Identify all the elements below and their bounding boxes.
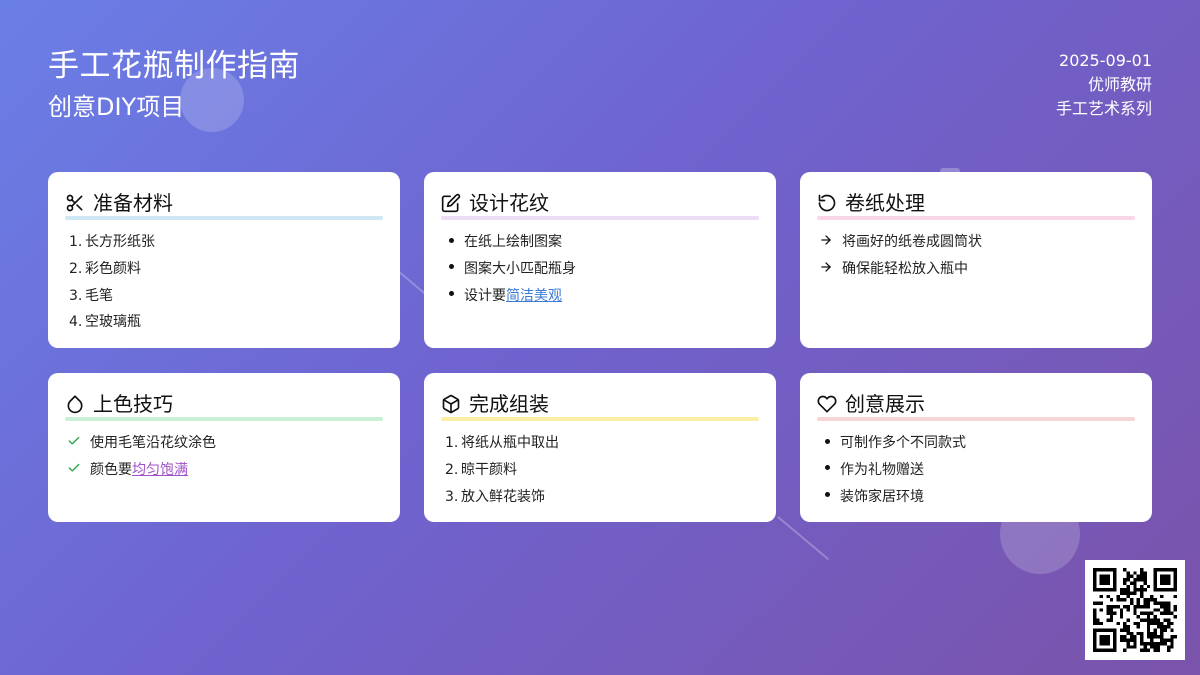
list-item: 可制作多个不同款式 <box>825 433 1135 453</box>
design-list: 在纸上绘制图案 图案大小匹配瓶身 设计要简洁美观 <box>441 232 759 306</box>
droplet-icon <box>65 394 85 414</box>
card-underline <box>65 417 383 421</box>
list-item: 设计要简洁美观 <box>449 286 759 306</box>
list-item: 在纸上绘制图案 <box>449 232 759 252</box>
decor-line-right <box>777 516 830 561</box>
card-underline <box>65 216 383 220</box>
qr-code-icon[interactable] <box>1085 560 1185 660</box>
edit-icon <box>441 193 461 213</box>
card-title: 上色技巧 <box>93 392 173 416</box>
list-item: 1. 长方形纸张 <box>69 234 155 250</box>
card-showcase: 创意展示 可制作多个不同款式 作为礼物赠送 装饰家居环境 <box>800 373 1152 522</box>
list-item: 2. 彩色颜料 <box>69 260 141 277</box>
list-item: 1. 将纸从瓶中取出 <box>445 435 559 451</box>
coloring-list: 使用毛笔沿花纹涂色 颜色要均匀饱满 <box>65 433 383 480</box>
meta-date: 2025-09-01 <box>1059 51 1152 70</box>
card-header: 完成组装 <box>441 391 759 417</box>
box-icon <box>441 394 461 414</box>
highlight-link[interactable]: 均匀饱满 <box>132 462 188 478</box>
check-icon <box>67 434 81 448</box>
card-title: 设计花纹 <box>469 191 549 215</box>
page-title: 手工花瓶制作指南 <box>48 48 300 84</box>
list-item: 颜色要均匀饱满 <box>67 460 383 480</box>
card-header: 创意展示 <box>817 391 1135 417</box>
heart-icon <box>817 394 837 414</box>
scissors-icon <box>65 193 85 213</box>
card-header: 设计花纹 <box>441 190 759 216</box>
showcase-list: 可制作多个不同款式 作为礼物赠送 装饰家居环境 <box>817 433 1135 507</box>
card-title: 创意展示 <box>845 392 925 416</box>
card-header: 上色技巧 <box>65 391 383 417</box>
card-title: 卷纸处理 <box>845 191 925 215</box>
list-item: 3. 毛笔 <box>69 287 113 304</box>
card-header: 准备材料 <box>65 190 383 216</box>
meta-author: 优师教研 <box>1087 75 1152 94</box>
check-icon <box>67 461 81 475</box>
list-item: 图案大小匹配瓶身 <box>449 259 759 279</box>
card-header: 卷纸处理 <box>817 190 1135 216</box>
card-rolling: 卷纸处理 将画好的纸卷成圆筒状 确保能轻松放入瓶中 <box>800 172 1152 348</box>
card-underline <box>441 417 759 421</box>
card-assembly: 完成组装 1. 将纸从瓶中取出 2. 晾干颜料 3. 放入鲜花装饰 <box>424 373 776 522</box>
arrow-right-icon <box>819 260 833 274</box>
card-underline <box>817 417 1135 421</box>
rotate-icon <box>817 193 837 213</box>
page-subtitle: 创意DIY项目 <box>48 93 185 121</box>
meta-series: 手工艺术系列 <box>1055 99 1152 118</box>
list-item: 3. 放入鲜花装饰 <box>445 488 545 505</box>
card-title: 完成组装 <box>469 392 549 416</box>
list-item: 确保能轻松放入瓶中 <box>819 259 1135 279</box>
list-item: 作为礼物赠送 <box>825 460 1135 480</box>
card-materials: 准备材料 1. 长方形纸张 2. 彩色颜料 3. 毛笔 4. 空玻璃瓶 <box>48 172 400 348</box>
card-design: 设计花纹 在纸上绘制图案 图案大小匹配瓶身 设计要简洁美观 <box>424 172 776 348</box>
arrow-right-icon <box>819 233 833 247</box>
materials-list: 1. 长方形纸张 2. 彩色颜料 3. 毛笔 4. 空玻璃瓶 <box>65 232 383 332</box>
card-coloring: 上色技巧 使用毛笔沿花纹涂色 颜色要均匀饱满 <box>48 373 400 522</box>
page-header: 手工花瓶制作指南 创意DIY项目 <box>48 46 300 124</box>
card-title: 准备材料 <box>93 191 173 215</box>
page-meta: 2025-09-01 优师教研 手工艺术系列 <box>1056 49 1152 121</box>
list-item: 装饰家居环境 <box>825 487 1135 507</box>
highlight-link[interactable]: 简洁美观 <box>506 288 562 304</box>
list-item: 将画好的纸卷成圆筒状 <box>819 232 1135 252</box>
assembly-list: 1. 将纸从瓶中取出 2. 晾干颜料 3. 放入鲜花装饰 <box>441 433 759 507</box>
list-item: 4. 空玻璃瓶 <box>69 314 141 331</box>
card-underline <box>441 216 759 220</box>
rolling-list: 将画好的纸卷成圆筒状 确保能轻松放入瓶中 <box>817 232 1135 279</box>
list-item: 2. 晾干颜料 <box>445 461 517 478</box>
list-item: 使用毛笔沿花纹涂色 <box>67 433 383 453</box>
card-underline <box>817 216 1135 220</box>
